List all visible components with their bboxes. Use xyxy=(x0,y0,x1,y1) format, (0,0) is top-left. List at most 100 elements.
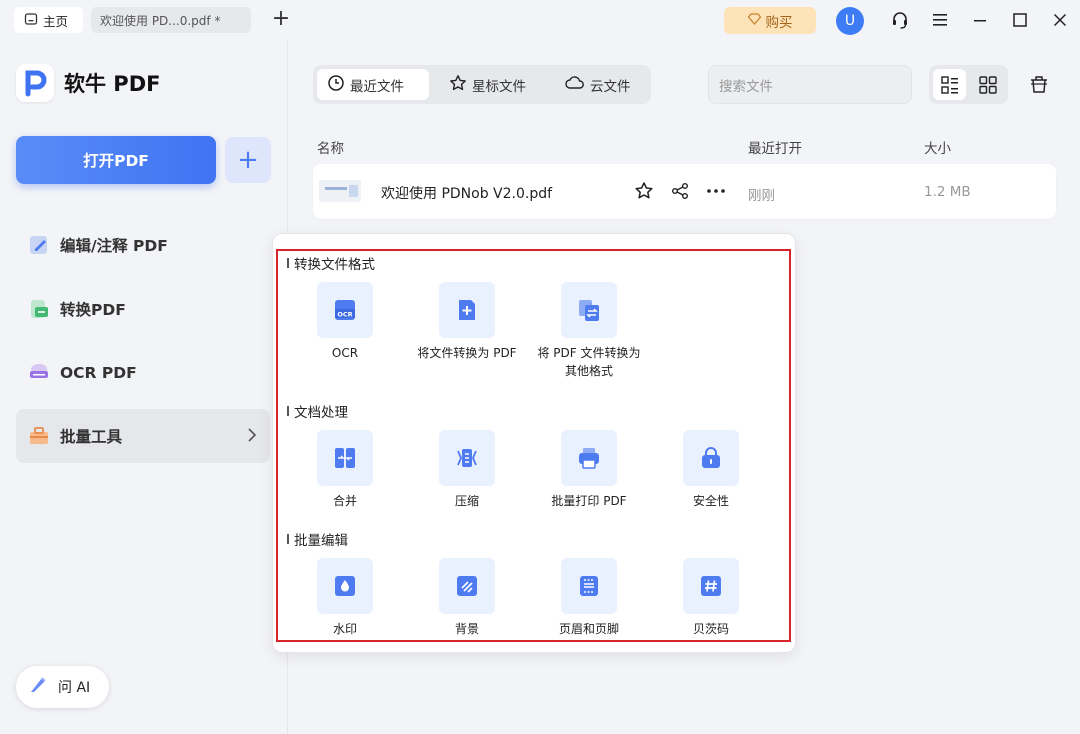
tool-pdf-to-other[interactable]: 将 PDF 文件转换为 其他格式 xyxy=(528,282,650,380)
tab-starred-files[interactable]: 星标文件 xyxy=(439,69,545,100)
close-icon[interactable] xyxy=(1048,8,1072,32)
convert-file-icon xyxy=(561,282,617,338)
logo-mark-icon xyxy=(16,64,54,102)
header-footer-icon xyxy=(561,558,617,614)
lock-icon xyxy=(683,430,739,486)
tool-label: 合并 xyxy=(332,494,357,508)
svg-text:OCR: OCR xyxy=(337,311,352,319)
ask-ai-button[interactable]: 问 AI xyxy=(16,666,109,708)
tool-label: 背景 xyxy=(454,622,479,636)
tool-security[interactable]: 安全性 xyxy=(650,430,772,510)
tool-bates-number[interactable]: 贝茨码 xyxy=(650,558,772,638)
tool-ocr[interactable]: OCR OCR xyxy=(284,282,406,362)
column-name[interactable]: 名称 xyxy=(317,137,344,157)
share-icon[interactable] xyxy=(668,179,692,203)
file-name: 欢迎使用 PDNob V2.0.pdf xyxy=(381,186,553,202)
avatar[interactable]: U xyxy=(836,7,864,35)
star-icon xyxy=(449,74,467,96)
merge-icon xyxy=(317,430,373,486)
tool-label: 将文件转换为 PDF xyxy=(417,346,517,360)
app-logo: 软牛 PDF xyxy=(16,64,160,102)
trash-icon[interactable] xyxy=(1028,73,1050,99)
tab-home-label: 主页 xyxy=(43,13,69,29)
tool-batch-print[interactable]: 批量打印 PDF xyxy=(528,430,650,510)
convert-icon xyxy=(26,296,52,322)
ask-ai-label: 问 AI xyxy=(58,680,91,696)
title-bar: 主页 欢迎使用 PD...0.pdf * + 购买 U xyxy=(0,0,1080,40)
tab-document-label: 欢迎使用 PD...0.pdf * xyxy=(100,13,221,28)
toolbox-icon xyxy=(26,423,52,449)
maximize-icon[interactable] xyxy=(1008,8,1032,32)
buy-button[interactable]: 购买 xyxy=(724,7,816,34)
file-opened: 刚刚 xyxy=(748,188,775,204)
tool-label: 安全性 xyxy=(692,494,729,508)
edit-icon xyxy=(26,232,52,258)
file-plus-icon xyxy=(439,282,495,338)
search-input[interactable]: 搜索文件 xyxy=(708,65,912,104)
tool-to-pdf[interactable]: 将文件转换为 PDF xyxy=(406,282,528,362)
section-title-batch-edit: 批量编辑 xyxy=(287,529,348,549)
tab-label: 最近文件 xyxy=(350,78,404,95)
add-button[interactable]: + xyxy=(225,137,271,183)
tool-background[interactable]: 背景 xyxy=(406,558,528,638)
ocr-icon: OCR xyxy=(317,282,373,338)
view-toggle xyxy=(929,65,1008,104)
file-tabs: 最近文件 星标文件 云文件 xyxy=(313,65,651,104)
column-size[interactable]: 大小 xyxy=(924,137,951,157)
tool-header-footer[interactable]: 页眉和页脚 xyxy=(528,558,650,638)
tab-document[interactable]: 欢迎使用 PD...0.pdf * xyxy=(91,7,251,33)
compress-icon xyxy=(439,430,495,486)
cloud-icon xyxy=(565,75,585,95)
column-recent[interactable]: 最近打开 xyxy=(748,137,802,157)
diamond-icon xyxy=(747,12,761,29)
sidebar-item-batch-tools[interactable]: 批量工具 xyxy=(16,409,270,463)
open-pdf-button[interactable]: 打开PDF xyxy=(16,136,216,184)
buy-label: 购买 xyxy=(765,14,793,31)
list-view-icon[interactable] xyxy=(933,69,966,100)
file-size: 1.2 MB xyxy=(924,184,971,200)
section-title-document: 文档处理 xyxy=(287,401,348,421)
ai-icon xyxy=(28,675,48,699)
tab-label: 云文件 xyxy=(590,78,631,95)
sidebar-item-convert[interactable]: 转换PDF xyxy=(16,282,270,336)
new-tab-button[interactable]: + xyxy=(270,6,292,32)
star-icon[interactable] xyxy=(632,179,656,203)
tool-compress[interactable]: 压缩 xyxy=(406,430,528,510)
background-icon xyxy=(439,558,495,614)
tool-label: 批量打印 PDF xyxy=(551,494,627,508)
tool-label: 贝茨码 xyxy=(692,622,729,636)
printer-icon xyxy=(561,430,617,486)
tab-recent-files[interactable]: 最近文件 xyxy=(317,69,429,100)
sidebar-item-label: 转换PDF xyxy=(60,301,126,319)
chevron-right-icon xyxy=(246,427,258,447)
tool-merge[interactable]: 合并 xyxy=(284,430,406,510)
tab-label: 星标文件 xyxy=(472,78,526,95)
watermark-icon xyxy=(317,558,373,614)
ocr-icon xyxy=(26,360,52,386)
tab-home[interactable]: 主页 xyxy=(14,7,83,33)
sidebar-item-label: 编辑/注释 PDF xyxy=(60,237,168,255)
tab-cloud-files[interactable]: 云文件 xyxy=(555,69,647,100)
clock-icon xyxy=(327,74,345,96)
tool-label: 水印 xyxy=(332,622,357,636)
file-thumbnail xyxy=(319,180,361,202)
sidebar: 软牛 PDF 打开PDF + 编辑/注释 PDF 转换PDF OCR PDF 批… xyxy=(0,40,288,734)
support-headset-icon[interactable] xyxy=(888,8,912,32)
section-title-convert: 转换文件格式 xyxy=(287,253,375,273)
hash-icon xyxy=(683,558,739,614)
tool-label: 页眉和页脚 xyxy=(558,622,619,636)
tool-label: 将 PDF 文件转换为 其他格式 xyxy=(537,346,641,378)
tool-label: OCR xyxy=(331,346,359,360)
more-options-icon[interactable] xyxy=(704,179,728,203)
grid-view-icon[interactable] xyxy=(971,69,1004,100)
sidebar-item-edit[interactable]: 编辑/注释 PDF xyxy=(16,218,270,272)
minimize-icon[interactable] xyxy=(968,8,992,32)
sidebar-item-label: OCR PDF xyxy=(60,364,137,382)
sidebar-item-ocr[interactable]: OCR PDF xyxy=(16,346,270,400)
sidebar-item-label: 批量工具 xyxy=(60,428,123,446)
app-name: 软牛 PDF xyxy=(64,72,161,96)
tool-watermark[interactable]: 水印 xyxy=(284,558,406,638)
table-row[interactable]: 欢迎使用 PDNob V2.0.pdf 刚刚 1.2 MB xyxy=(313,164,1056,219)
menu-icon[interactable] xyxy=(928,8,952,32)
tool-label: 压缩 xyxy=(454,494,479,508)
